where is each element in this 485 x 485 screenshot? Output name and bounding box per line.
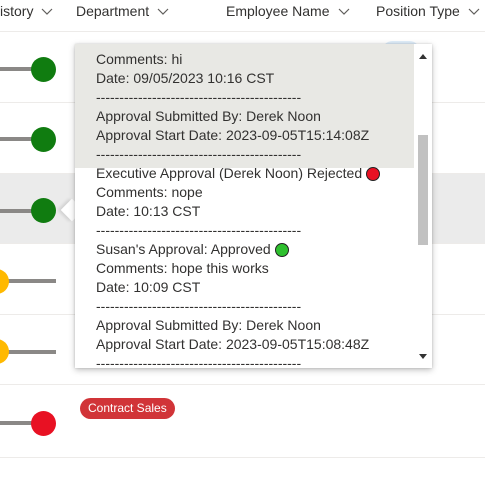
history-line: Approval Submitted By: Derek Noon [96, 107, 416, 126]
scroll-down-arrow-icon[interactable] [419, 354, 427, 359]
status-indicator-dot[interactable] [0, 269, 9, 294]
chevron-down-icon [157, 8, 169, 15]
history-line: Date: 10:09 CST [96, 278, 416, 297]
history-line-text: Approval Submitted By: Derek Noon [96, 317, 321, 333]
scrollbar-thumb[interactable] [418, 135, 428, 245]
separator-line: ----------------------------------------… [96, 354, 416, 368]
scroll-up-arrow-icon[interactable] [419, 54, 427, 59]
approval-history-text: Comments: hi Date: 09/05/2023 10:16 CST --… [96, 50, 416, 368]
chevron-down-icon [468, 8, 480, 15]
history-line-text: ----------------------------------------… [96, 298, 302, 314]
table-row[interactable]: Contract Sales [0, 384, 485, 458]
history-line-text: Approval Start Date: 2023-09-05T15:08:48… [96, 336, 370, 352]
chevron-down-icon [338, 8, 349, 15]
rejected-status-icon [366, 166, 381, 181]
history-line-text: Date: 10:09 CST [96, 279, 201, 295]
status-indicator-dot[interactable] [31, 127, 56, 152]
approved-status-icon [274, 242, 289, 257]
column-header-label: Position Type [376, 3, 460, 19]
history-line-text: Susan's Approval: Approved [96, 241, 271, 257]
history-line: Comments: hi [96, 50, 416, 69]
approval-history-callout[interactable]: Comments: hi Date: 09/05/2023 10:16 CST --… [75, 44, 432, 368]
history-line-text: Executive Approval (Derek Noon) Rejected [96, 165, 363, 181]
separator-line: ----------------------------------------… [96, 221, 416, 240]
history-line-text: ----------------------------------------… [96, 222, 302, 238]
separator-line: ----------------------------------------… [96, 88, 416, 107]
department-badge[interactable]: Contract Sales [80, 398, 175, 419]
history-line: Approval Start Date: 2023-09-05T15:08:48… [96, 335, 416, 354]
status-indicator-dot[interactable] [31, 198, 56, 223]
column-header-label: Employee Name [226, 3, 330, 19]
chevron-down-icon [42, 8, 53, 15]
history-line-text: Comments: hi [96, 51, 183, 67]
column-header-employee-name[interactable]: Employee Name [226, 0, 351, 22]
history-line: Executive Approval (Derek Noon) Rejected [96, 164, 416, 183]
history-line: Date: 09/05/2023 10:16 CST [96, 69, 416, 88]
callout-scrollbar[interactable] [415, 44, 432, 368]
separator-line: ----------------------------------------… [96, 145, 416, 164]
column-header-department[interactable]: Department [76, 0, 170, 22]
status-indicator-dot[interactable] [31, 57, 56, 82]
history-line-text: ----------------------------------------… [96, 146, 302, 162]
history-line-text: ----------------------------------------… [96, 89, 302, 105]
status-indicator-dot[interactable] [31, 411, 56, 436]
history-line: Approval Submitted By: Derek Noon [96, 316, 416, 335]
history-line: Susan's Approval: Approved [96, 240, 416, 259]
separator-line: ----------------------------------------… [96, 297, 416, 316]
history-line-text: Date: 10:13 CST [96, 203, 201, 219]
history-line-text: ----------------------------------------… [96, 355, 302, 368]
history-line: Comments: nope [96, 183, 416, 202]
history-line-text: Date: 09/05/2023 10:16 CST [96, 70, 275, 86]
history-line-text: Approval Start Date: 2023-09-05T15:14:08… [96, 127, 370, 143]
history-line: Comments: hope this works [96, 259, 416, 278]
column-header-history[interactable]: istory [0, 0, 54, 22]
history-line: Date: 10:13 CST [96, 202, 416, 221]
history-line: Approval Start Date: 2023-09-05T15:14:08… [96, 126, 416, 145]
history-line-text: Comments: nope [96, 184, 203, 200]
table-row-divider [0, 457, 485, 485]
status-indicator-dot[interactable] [0, 339, 9, 364]
column-header-label: Department [76, 3, 150, 19]
column-header-label: istory [0, 3, 34, 19]
list-header: istory Department Employee Name Position… [0, 0, 485, 30]
column-header-position-type[interactable]: Position Type [376, 0, 481, 22]
history-line-text: Approval Submitted By: Derek Noon [96, 108, 321, 124]
history-line-text: Comments: hope this works [96, 260, 269, 276]
